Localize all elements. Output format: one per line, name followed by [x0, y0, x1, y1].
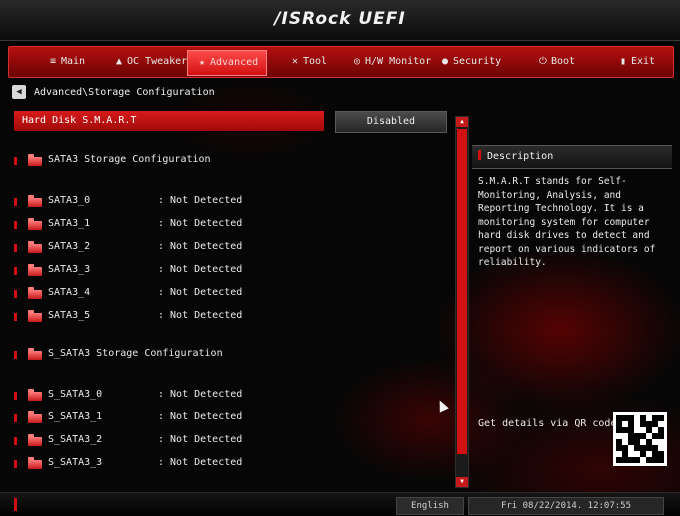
tab-exit[interactable]: ▮ Exit — [617, 51, 655, 73]
scroll-thumb[interactable] — [457, 129, 467, 454]
tab-hw-monitor[interactable]: ◎ H/W Monitor — [351, 51, 431, 73]
footer-marker — [14, 498, 17, 511]
title-bar: /ISRock UEFI — [0, 0, 680, 41]
s-sata-port-name[interactable]: S_SATA3_3 — [48, 457, 102, 468]
sata-port-name[interactable]: SATA3_3 — [48, 264, 90, 275]
row-marker — [14, 198, 17, 206]
qr-module — [658, 457, 664, 463]
back-arrow-icon[interactable]: ◀ — [12, 85, 26, 99]
folder-icon — [28, 457, 42, 469]
row-marker — [14, 437, 17, 445]
tab-oc-tweaker[interactable]: ▲ OC Tweaker — [113, 51, 187, 73]
main-tab-bar: ≡ Main ▲ OC Tweaker ★ Advanced ✕ Tool ◎ H/W M… — [8, 46, 674, 78]
folder-icon — [28, 195, 42, 207]
tab-label: Main — [61, 56, 86, 67]
s-sata3-section-title[interactable]: S_SATA3 Storage Configuration — [48, 348, 223, 359]
row-marker — [14, 221, 17, 229]
setting-label: Hard Disk S.M.A.R.T — [22, 115, 137, 126]
folder-icon — [28, 241, 42, 253]
scroll-down-icon[interactable]: ▼ — [456, 477, 468, 487]
sata-port-name[interactable]: SATA3_0 — [48, 195, 90, 206]
language-button[interactable]: English — [396, 497, 464, 515]
shield-icon: ● — [441, 56, 449, 67]
folder-icon — [28, 287, 42, 299]
sata-port-status: : Not Detected — [158, 264, 243, 275]
star-icon: ★ — [198, 57, 206, 68]
row-marker — [14, 351, 17, 359]
folder-icon — [28, 389, 42, 401]
tab-label: Advanced — [210, 57, 259, 68]
sata-port-name[interactable]: SATA3_1 — [48, 218, 90, 229]
date-time-display: Fri 08/22/2014. 12:07:55 — [468, 497, 664, 515]
power-icon: ⏻ — [539, 56, 547, 67]
qr-code-label: Get details via QR code — [478, 418, 617, 429]
folder-icon — [28, 264, 42, 276]
qr-code-image — [613, 412, 667, 466]
asrock-uefi-logo: /ISRock UEFI — [274, 9, 406, 29]
tab-security[interactable]: ● Security — [439, 51, 501, 73]
row-marker — [14, 414, 17, 422]
sata-port-status: : Not Detected — [158, 287, 243, 298]
s-sata-port-name[interactable]: S_SATA3_2 — [48, 434, 102, 445]
sata-port-name[interactable]: SATA3_5 — [48, 310, 90, 321]
folder-icon — [28, 154, 42, 166]
sata-port-status: : Not Detected — [158, 310, 243, 321]
sata-port-name[interactable]: SATA3_4 — [48, 287, 90, 298]
s-sata-port-name[interactable]: S_SATA3_0 — [48, 389, 102, 400]
description-title: Description — [487, 151, 554, 162]
monitor-icon: ◎ — [353, 56, 361, 67]
sata-port-status: : Not Detected — [158, 218, 243, 229]
tab-advanced[interactable]: ★ Advanced — [187, 50, 268, 76]
tab-main[interactable]: ≡ Main — [47, 51, 85, 73]
tab-label: Tool — [303, 56, 328, 67]
tab-label: Security — [453, 56, 502, 67]
description-header: Description — [472, 145, 672, 169]
folder-icon — [28, 348, 42, 360]
breadcrumb-path: Advanced\Storage Configuration — [34, 86, 215, 98]
tools-icon: ✕ — [291, 56, 299, 67]
status-bar: English Fri 08/22/2014. 12:07:55 — [0, 492, 680, 516]
sata-port-status: : Not Detected — [158, 241, 243, 252]
tab-boot[interactable]: ⏻ Boot — [537, 51, 575, 73]
row-marker — [14, 157, 17, 165]
rocket-icon: ▲ — [115, 56, 123, 67]
tab-label: Boot — [551, 56, 576, 67]
exit-icon: ▮ — [619, 56, 627, 67]
tab-label: OC Tweaker — [127, 56, 188, 67]
folder-icon — [28, 310, 42, 322]
s-sata-port-status: : Not Detected — [158, 411, 243, 422]
tab-tool[interactable]: ✕ Tool — [289, 51, 327, 73]
tab-label: H/W Monitor — [365, 56, 432, 67]
folder-icon — [28, 218, 42, 230]
folder-icon — [28, 434, 42, 446]
folder-icon — [28, 411, 42, 423]
smart-value-dropdown[interactable]: Disabled — [335, 111, 447, 133]
row-marker — [14, 460, 17, 468]
row-marker — [14, 267, 17, 275]
scrollbar[interactable]: ▲ ▼ — [455, 116, 469, 488]
description-text: S.M.A.R.T stands for Self-Monitoring, An… — [478, 176, 656, 268]
row-marker — [14, 392, 17, 400]
row-marker — [14, 313, 17, 321]
sata-port-status: : Not Detected — [158, 195, 243, 206]
description-marker — [478, 150, 481, 160]
s-sata-port-name[interactable]: S_SATA3_1 — [48, 411, 102, 422]
hard-disk-smart-row[interactable]: Hard Disk S.M.A.R.T — [14, 111, 324, 131]
row-marker — [14, 244, 17, 252]
row-marker — [14, 290, 17, 298]
s-sata-port-status: : Not Detected — [158, 457, 243, 468]
qr-code-pattern — [616, 415, 664, 463]
tab-label: Exit — [631, 56, 656, 67]
scroll-up-icon[interactable]: ▲ — [456, 117, 468, 127]
s-sata-port-status: : Not Detected — [158, 389, 243, 400]
sata3-section-title[interactable]: SATA3 Storage Configuration — [48, 154, 211, 165]
s-sata-port-status: : Not Detected — [158, 434, 243, 445]
menu-icon: ≡ — [49, 56, 57, 67]
sata-port-name[interactable]: SATA3_2 — [48, 241, 90, 252]
breadcrumb: ◀ Advanced\Storage Configuration — [12, 85, 215, 99]
